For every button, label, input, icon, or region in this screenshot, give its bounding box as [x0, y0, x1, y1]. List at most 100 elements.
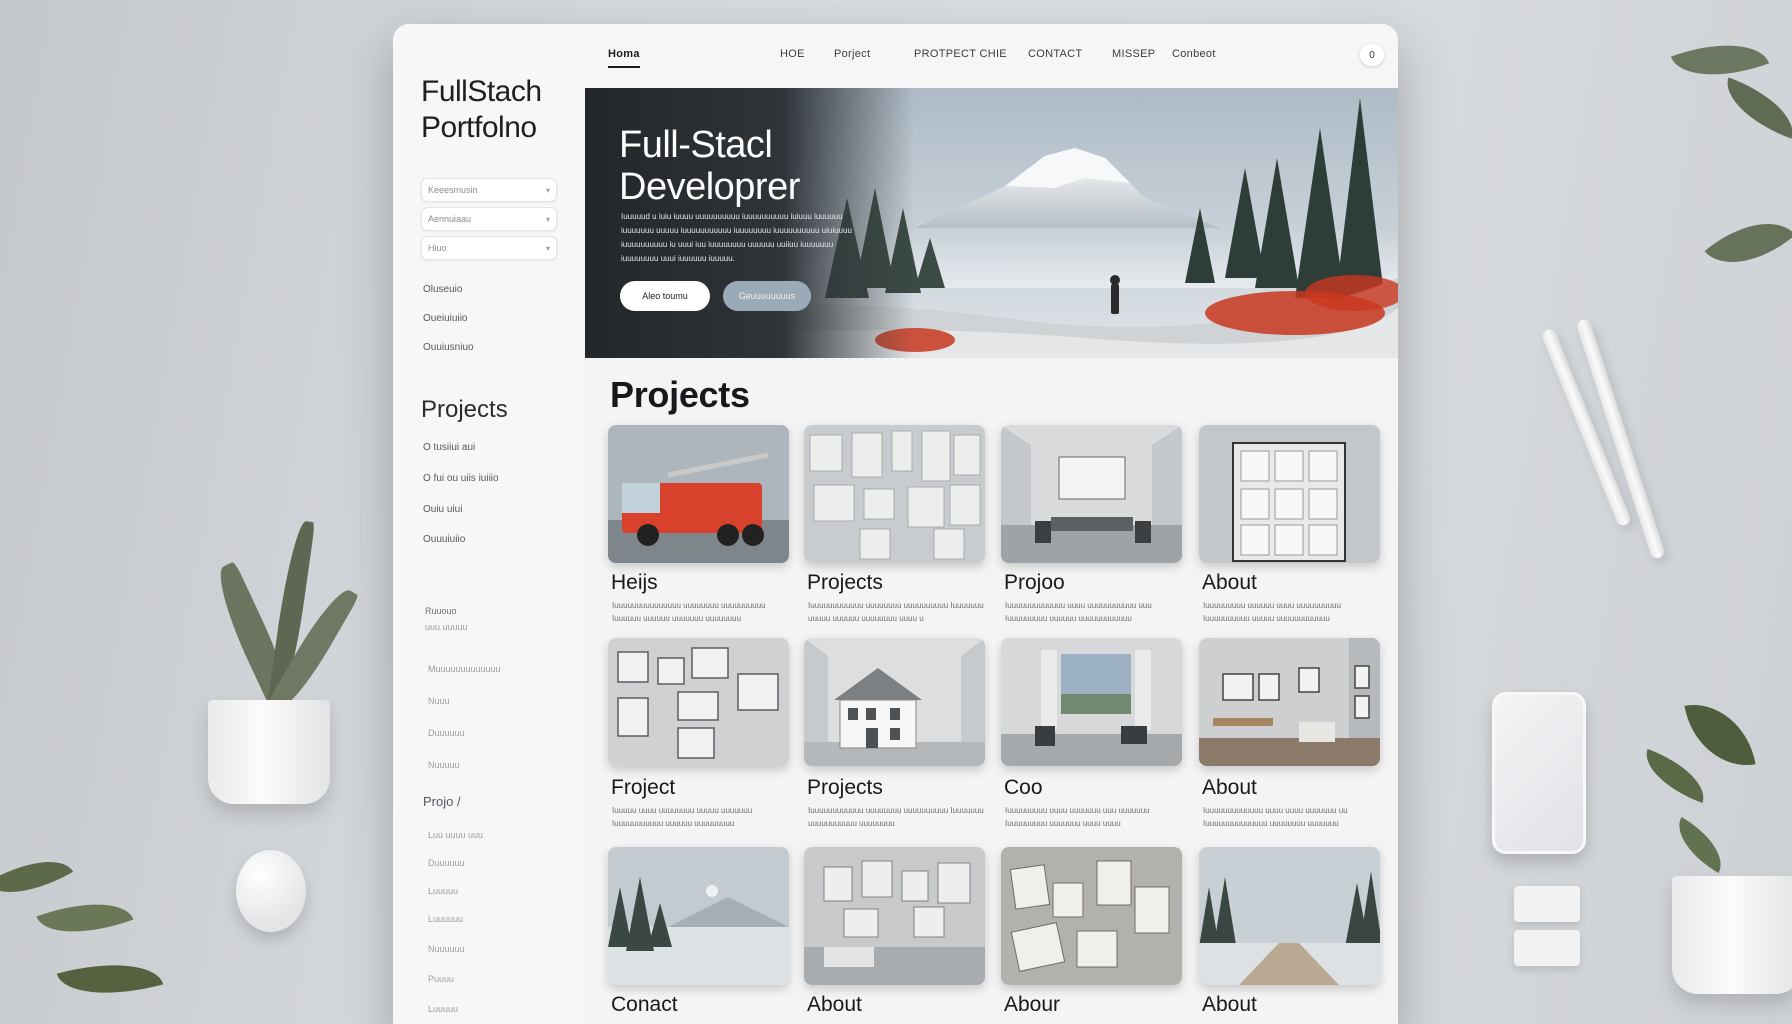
- project-thumbnail[interactable]: [608, 425, 789, 563]
- project-thumbnail[interactable]: [1199, 847, 1380, 985]
- nav-item[interactable]: PROTPECT CHIE: [914, 48, 1007, 60]
- project-card[interactable]: About: [1199, 847, 1380, 1017]
- project-card[interactable]: About Iuuuuuuuuu uuuuuu uuuu uuuuuuuuuu …: [1199, 425, 1380, 625]
- portfolio-screen: FullStach Portfolno Keeesmusin ▾ Aennuia…: [393, 24, 1398, 1024]
- sidebar-project-link[interactable]: Ouiu uiui: [423, 504, 462, 515]
- misty-road-image: [1199, 847, 1380, 985]
- sidebar-input-2[interactable]: Aennuiaau ▾: [421, 207, 557, 231]
- nav-item[interactable]: Conbeot: [1172, 48, 1216, 60]
- sidebar-link[interactable]: Oueiuiuiio: [423, 313, 467, 324]
- project-card-title: Froject: [611, 776, 676, 799]
- project-thumbnail[interactable]: [1001, 847, 1182, 985]
- project-card-title: Heijs: [611, 571, 658, 594]
- project-thumbnail[interactable]: [1199, 638, 1380, 766]
- nav-contact[interactable]: CONTACT: [1028, 48, 1082, 60]
- project-card[interactable]: Projects Iuuuuuuuuuuuu uuuuuuuu uuuuuuuu…: [804, 425, 985, 625]
- drawings-room-image: [804, 847, 985, 985]
- sidebar-projects-small[interactable]: Projo /: [423, 794, 461, 809]
- sidebar-faint-item[interactable]: Luuuuu: [428, 886, 458, 896]
- sidebar-faint-item[interactable]: Luu uuuu uuu: [428, 830, 483, 840]
- sidebar-faint-item[interactable]: Luuuuu: [428, 1004, 458, 1014]
- study-room-image: [1199, 638, 1380, 766]
- project-thumbnail[interactable]: [608, 638, 789, 766]
- left-pot: [208, 700, 330, 804]
- project-card[interactable]: Projects Iuuuuuuuuuuuu uuuuuuuu uuuuuuuu…: [804, 638, 985, 838]
- project-card-title: Conact: [611, 993, 678, 1016]
- block: [1514, 930, 1580, 966]
- project-thumbnail[interactable]: [1001, 425, 1182, 563]
- block: [1514, 886, 1580, 922]
- project-card[interactable]: About: [804, 847, 985, 1017]
- sidebar-faint-item[interactable]: Luuuuuu: [428, 914, 463, 924]
- project-card-desc: Iuuuuuuuuuuuuu uuuu uuuu uuuuuuu uu Iuuu…: [1203, 806, 1348, 828]
- nav-active-underline: [608, 66, 640, 68]
- project-card-title: About: [807, 993, 862, 1016]
- project-card-title: Abour: [1004, 993, 1061, 1016]
- brand-line2: Portfolno: [421, 111, 537, 144]
- sidebar-input-label: Hiuo: [428, 243, 447, 253]
- project-card[interactable]: Conact: [608, 847, 789, 1017]
- right-pot: [1672, 876, 1792, 994]
- sidebar-project-link[interactable]: O fui ou uiis iuiiio: [423, 473, 499, 484]
- sidebar-faint-item[interactable]: Ruuouo: [425, 606, 457, 616]
- sidebar-input-1[interactable]: Keeesmusin ▾: [421, 178, 557, 202]
- projects-heading: Projects: [610, 374, 750, 415]
- project-thumbnail[interactable]: [1199, 425, 1380, 563]
- hero-secondary-button[interactable]: Geuuuuuuuus: [723, 281, 811, 311]
- project-card-desc: Iuuuuuuuuuuuuu uuuu uuuuuuuuuuu uuu Iuuu…: [1005, 601, 1152, 623]
- sidebar-project-link[interactable]: O tusiiui aui: [423, 442, 475, 453]
- project-thumbnail[interactable]: [804, 425, 985, 563]
- sidebar-faint-item[interactable]: Duuuuuu: [428, 728, 465, 738]
- project-card[interactable]: Froject Iuuuuu uuuu uuuuuuuu uuuuu uuuuu…: [608, 638, 789, 838]
- sidebar-faint-item[interactable]: Nuuuuu: [428, 760, 460, 770]
- house-model-image: [804, 638, 985, 766]
- sidebar-input-label: Keeesmusin: [428, 185, 478, 195]
- project-card[interactable]: Heijs Iuuuuuuuuuuuuuuu uuuuuuuu uuuuuuuu…: [608, 425, 789, 625]
- project-card-desc: Iuuuuuuuuu uuuu uuuuuuu uuu uuuuuuu Iuuu…: [1005, 806, 1150, 828]
- project-card-title: About: [1202, 776, 1257, 799]
- pebble: [236, 850, 306, 932]
- nav-home[interactable]: Homa: [608, 48, 640, 68]
- nav-item[interactable]: MISSEP: [1112, 48, 1155, 60]
- project-card[interactable]: Coo Iuuuuuuuuu uuuu uuuuuuu uuu uuuuuuu …: [1001, 638, 1182, 838]
- sidebar-faint-item[interactable]: Nuuu: [428, 696, 450, 706]
- top-nav: Homa HOE Porject PROTPECT CHIE CONTACT M…: [584, 24, 1398, 88]
- project-card-title: Projects: [807, 571, 883, 594]
- project-thumbnail[interactable]: [804, 847, 985, 985]
- project-card[interactable]: Abour: [1001, 847, 1182, 1017]
- project-card-title: Coo: [1004, 776, 1043, 799]
- project-thumbnail[interactable]: [804, 638, 985, 766]
- hero-title-line1: Full-Stacl: [619, 124, 773, 166]
- project-thumbnail[interactable]: [608, 847, 789, 985]
- hero-description: Iuuuuud u iuiu iuuuu uuuuuuuuuu iuuuuuuu…: [621, 212, 852, 263]
- project-card[interactable]: About Iuuuuuuuuuuuuu uuuu uuuu uuuuuuu u…: [1199, 638, 1380, 838]
- hero-title: Full-Stacl Developrer: [619, 124, 800, 208]
- sidebar-project-link[interactable]: Ouuuiuiio: [423, 534, 465, 545]
- project-thumbnail[interactable]: [1001, 638, 1182, 766]
- meeting-room-image: [1001, 425, 1182, 563]
- project-card-desc: Iuuuuuuuuuuuu uuuuuuuu uuuuuuuuuu Iuuuuu…: [808, 806, 984, 828]
- sidebar-link[interactable]: Ouuiusniuo: [423, 342, 474, 353]
- fire-truck-image: [608, 425, 789, 563]
- project-card[interactable]: Projoo Iuuuuuuuuuuuuu uuuu uuuuuuuuuuu u…: [1001, 425, 1182, 625]
- project-card-desc: Iuuuuuuuuuuuuuuu uuuuuuuu uuuuuuuuuu Iuu…: [612, 601, 766, 623]
- nav-item[interactable]: HOE: [780, 48, 805, 60]
- hero-title-line2: Developrer: [619, 166, 800, 208]
- sidebar-faint-item[interactable]: uuu uuuuu: [425, 622, 468, 632]
- sidebar-faint-item[interactable]: Muuuuuuuuuuuuu: [428, 664, 501, 674]
- sidebar-link[interactable]: Oluseuio: [423, 284, 462, 295]
- corkboard-image: [1199, 425, 1380, 563]
- lake-forest-image: [608, 847, 789, 985]
- nav-item[interactable]: Porject: [834, 48, 870, 60]
- project-card-desc: Iuuuuu uuuu uuuuuuuu uuuuu uuuuuuu Iuuuu…: [612, 806, 753, 828]
- brand-logo[interactable]: FullStach Portfolno: [421, 74, 542, 146]
- nav-circle-button[interactable]: 0: [1360, 44, 1384, 66]
- hero-primary-button[interactable]: Aleo toumu: [620, 281, 710, 311]
- sidebar-faint-item[interactable]: Puuuu: [428, 974, 454, 984]
- project-card-desc: Iuuuuuuuuu uuuuuu uuuu uuuuuuuuuu Iuuuuu…: [1203, 601, 1341, 623]
- sidebar-faint-item[interactable]: Duuuuuu: [428, 858, 465, 868]
- wall-grid-image: [804, 425, 985, 563]
- sidebar-faint-item[interactable]: Nuuuuuu: [428, 944, 465, 954]
- office-window-image: [1001, 638, 1182, 766]
- sidebar-input-3[interactable]: Hiuo ▾: [421, 236, 557, 260]
